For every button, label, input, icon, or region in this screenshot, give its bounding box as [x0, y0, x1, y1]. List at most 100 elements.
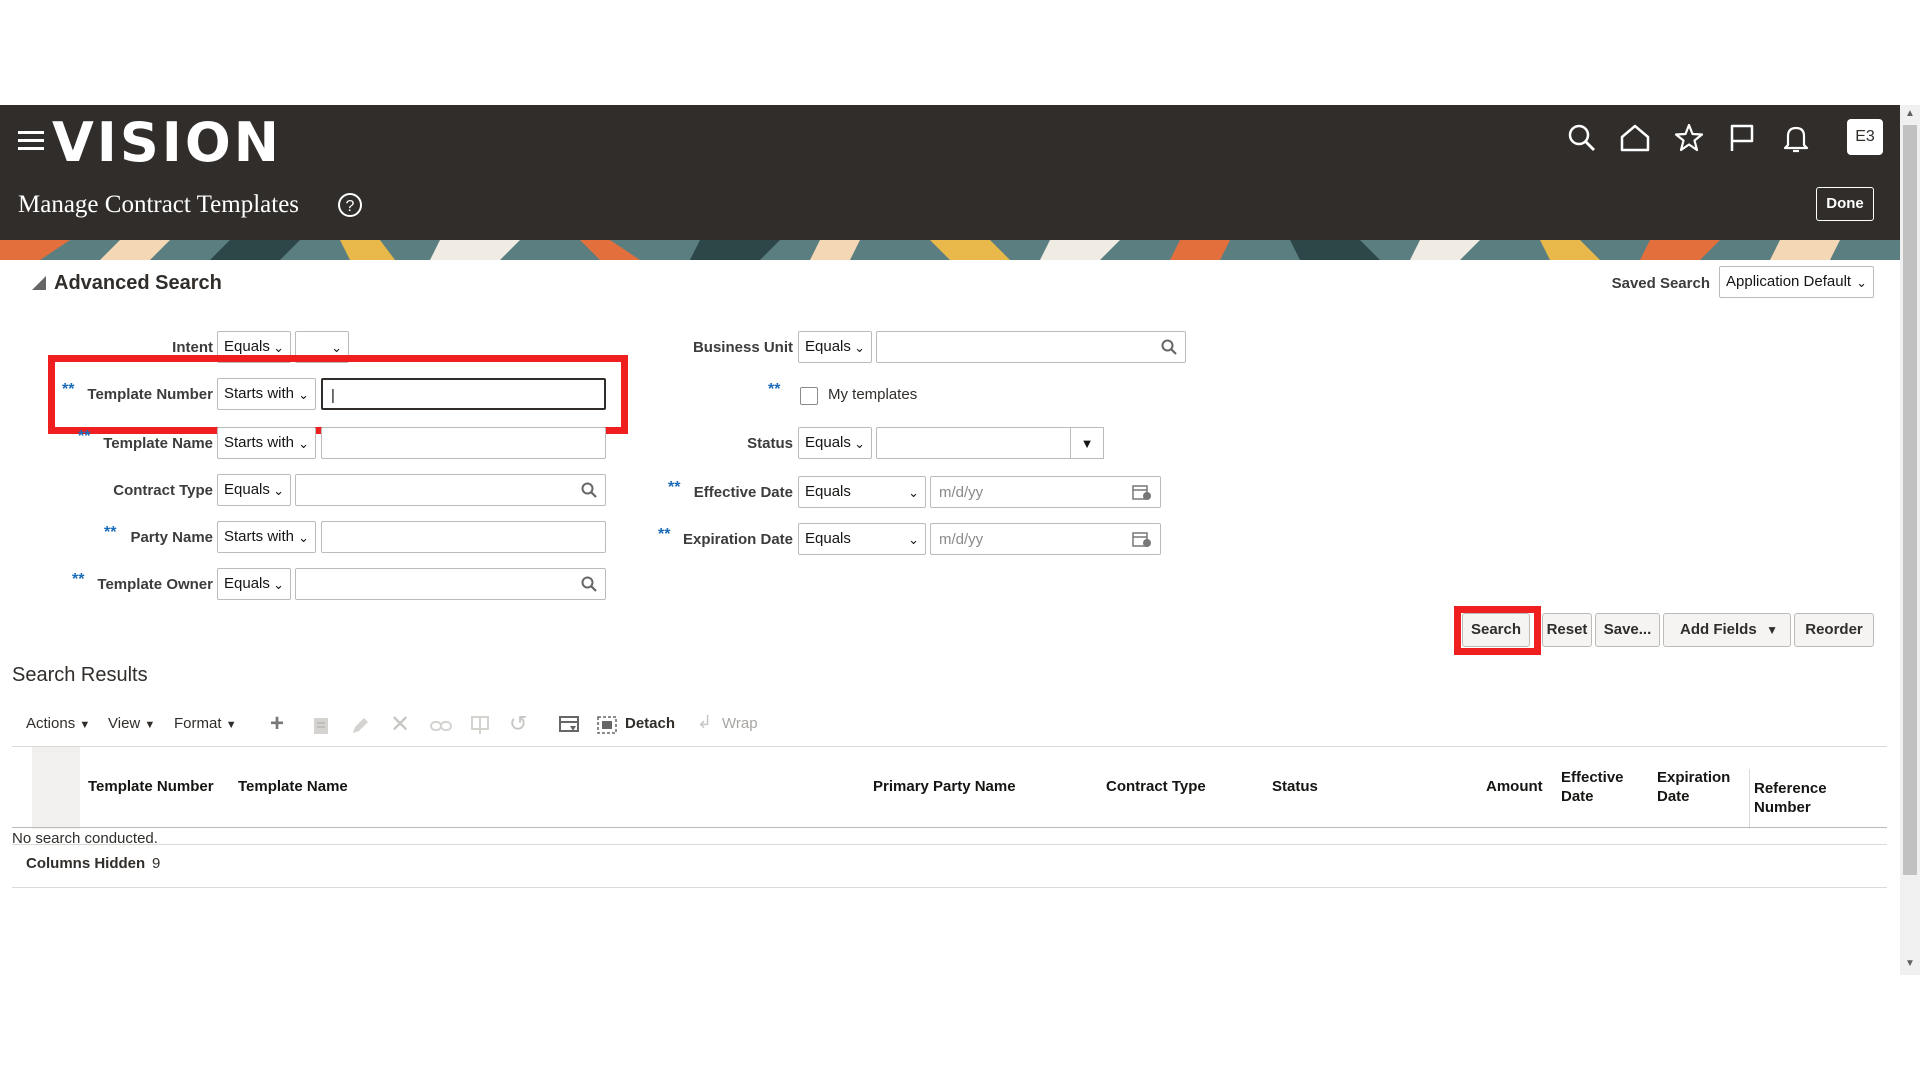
decorative-banner: [0, 240, 1900, 260]
done-button[interactable]: Done: [1816, 187, 1874, 221]
contract-type-operator-select[interactable]: Equals ⌄: [217, 474, 291, 506]
column-expiration-date-line2: Date: [1657, 788, 1690, 805]
status-operator-select[interactable]: Equals ⌄: [798, 427, 872, 459]
view-label: View: [108, 715, 141, 732]
banner-pattern: [0, 240, 1900, 260]
calendar-icon[interactable]: [1132, 530, 1152, 548]
freeze-icon[interactable]: [558, 715, 580, 735]
user-avatar[interactable]: E3: [1847, 119, 1883, 155]
expiration-date-operator-value: Equals: [805, 530, 851, 547]
contract-type-input[interactable]: [295, 474, 606, 506]
column-reference-number[interactable]: Reference Number: [1754, 779, 1827, 817]
detach-button[interactable]: Detach: [625, 715, 675, 732]
actions-menu[interactable]: Actions ▼: [26, 715, 90, 732]
row-header-column: [32, 747, 80, 829]
notifications-bell-icon[interactable]: [1779, 121, 1813, 155]
search-icon[interactable]: [1161, 339, 1177, 355]
effective-date-input[interactable]: m/d/yy: [930, 476, 1161, 508]
column-effective-date[interactable]: Effective Date: [1561, 768, 1624, 806]
add-fields-button[interactable]: Add Fields ▼: [1663, 613, 1791, 647]
saved-search-label: Saved Search: [1611, 275, 1710, 292]
column-status[interactable]: Status: [1272, 777, 1318, 796]
chevron-down-icon: ⌄: [854, 340, 865, 355]
table-header-divider: [12, 827, 1887, 828]
template-name-input[interactable]: [321, 427, 606, 459]
add-row-icon[interactable]: +: [270, 710, 284, 738]
chevron-down-icon: ⌄: [273, 577, 284, 592]
delete-x-icon[interactable]: ✕: [390, 710, 410, 739]
refresh-icon[interactable]: ↺: [509, 711, 527, 737]
party-name-label: Party Name: [130, 529, 213, 546]
toolbar-divider: [12, 746, 1887, 747]
my-templates-label: My templates: [828, 386, 918, 403]
detach-icon[interactable]: [596, 715, 618, 735]
vision-logo[interactable]: VISION: [52, 111, 282, 174]
template-owner-operator-value: Equals: [224, 575, 270, 592]
calendar-icon[interactable]: [1132, 483, 1152, 501]
split-columns-icon[interactable]: [470, 715, 490, 735]
search-icon[interactable]: [581, 576, 597, 592]
template-owner-operator-select[interactable]: Equals ⌄: [217, 568, 291, 600]
columns-hidden-count: 9: [152, 855, 161, 872]
search-icon[interactable]: [1565, 121, 1599, 155]
scroll-down-arrow-icon[interactable]: ▼: [1905, 958, 1915, 969]
collapse-triangle-icon[interactable]: [32, 276, 46, 290]
menu-icon[interactable]: [18, 129, 44, 153]
view-menu[interactable]: View ▼: [108, 715, 155, 732]
edit-pencil-icon[interactable]: [350, 716, 370, 736]
status-dropdown-button[interactable]: ▼: [1070, 427, 1104, 459]
caret-down-icon: ▼: [1766, 623, 1778, 637]
caret-down-icon: ▼: [1080, 436, 1094, 451]
column-effective-date-line1: Effective: [1561, 769, 1624, 786]
link-icon[interactable]: [430, 718, 452, 734]
save-search-button[interactable]: Save...: [1595, 613, 1660, 647]
saved-search-select[interactable]: Application Default ⌄: [1719, 266, 1874, 298]
highlight-box-search-button: [1454, 606, 1541, 655]
home-icon[interactable]: [1618, 121, 1652, 155]
copy-icon[interactable]: [312, 716, 330, 736]
help-icon[interactable]: ?: [338, 193, 362, 217]
flag-icon[interactable]: [1725, 121, 1759, 155]
advanced-search-heading: Advanced Search: [54, 272, 222, 294]
column-primary-party-name[interactable]: Primary Party Name: [873, 777, 1016, 796]
favorites-star-icon[interactable]: [1672, 121, 1706, 155]
effective-date-label: Effective Date: [693, 484, 793, 501]
reset-button[interactable]: Reset: [1542, 613, 1592, 647]
business-unit-operator-select[interactable]: Equals ⌄: [798, 331, 872, 363]
effective-date-operator-select[interactable]: Equals ⌄: [798, 476, 926, 508]
scrollbar-thumb[interactable]: [1903, 125, 1917, 875]
column-template-name[interactable]: Template Name: [238, 777, 348, 796]
chevron-down-icon: ⌄: [908, 532, 919, 547]
template-owner-label: Template Owner: [97, 576, 213, 593]
expiration-date-operator-select[interactable]: Equals ⌄: [798, 523, 926, 555]
chevron-down-icon: ⌄: [298, 530, 309, 545]
chevron-down-icon: ⌄: [908, 485, 919, 500]
expiration-date-input[interactable]: m/d/yy: [930, 523, 1161, 555]
column-reference-number-line1: Reference: [1754, 780, 1827, 797]
chevron-down-icon: ⌄: [298, 436, 309, 451]
global-header: VISION E3 Manage Contract Templates ? Do…: [0, 105, 1900, 240]
column-contract-type[interactable]: Contract Type: [1106, 777, 1206, 796]
add-fields-label: Add Fields: [1680, 621, 1757, 638]
format-menu[interactable]: Format ▼: [174, 715, 237, 732]
caret-down-icon: ▼: [79, 719, 91, 731]
search-icon[interactable]: [581, 482, 597, 498]
my-templates-checkbox[interactable]: [800, 387, 818, 405]
scroll-up-arrow-icon[interactable]: ▲: [1905, 108, 1915, 119]
party-name-operator-select[interactable]: Starts with ⌄: [217, 521, 316, 553]
column-amount[interactable]: Amount: [1486, 777, 1543, 796]
chevron-down-icon: ⌄: [273, 340, 284, 355]
column-effective-date-line2: Date: [1561, 788, 1594, 805]
chevron-down-icon: ⌄: [854, 436, 865, 451]
template-owner-input[interactable]: [295, 568, 606, 600]
reorder-button[interactable]: Reorder: [1794, 613, 1874, 647]
caret-down-icon: ▼: [225, 719, 237, 731]
column-expiration-date[interactable]: Expiration Date: [1657, 768, 1730, 806]
wrap-icon[interactable]: ↲: [697, 712, 712, 733]
template-name-operator-select[interactable]: Starts with ⌄: [217, 427, 316, 459]
business-unit-input[interactable]: [876, 331, 1186, 363]
column-template-number[interactable]: Template Number: [88, 777, 214, 796]
column-expiration-date-line1: Expiration: [1657, 769, 1731, 786]
party-name-input[interactable]: [321, 521, 606, 553]
wrap-button[interactable]: Wrap: [722, 715, 758, 732]
